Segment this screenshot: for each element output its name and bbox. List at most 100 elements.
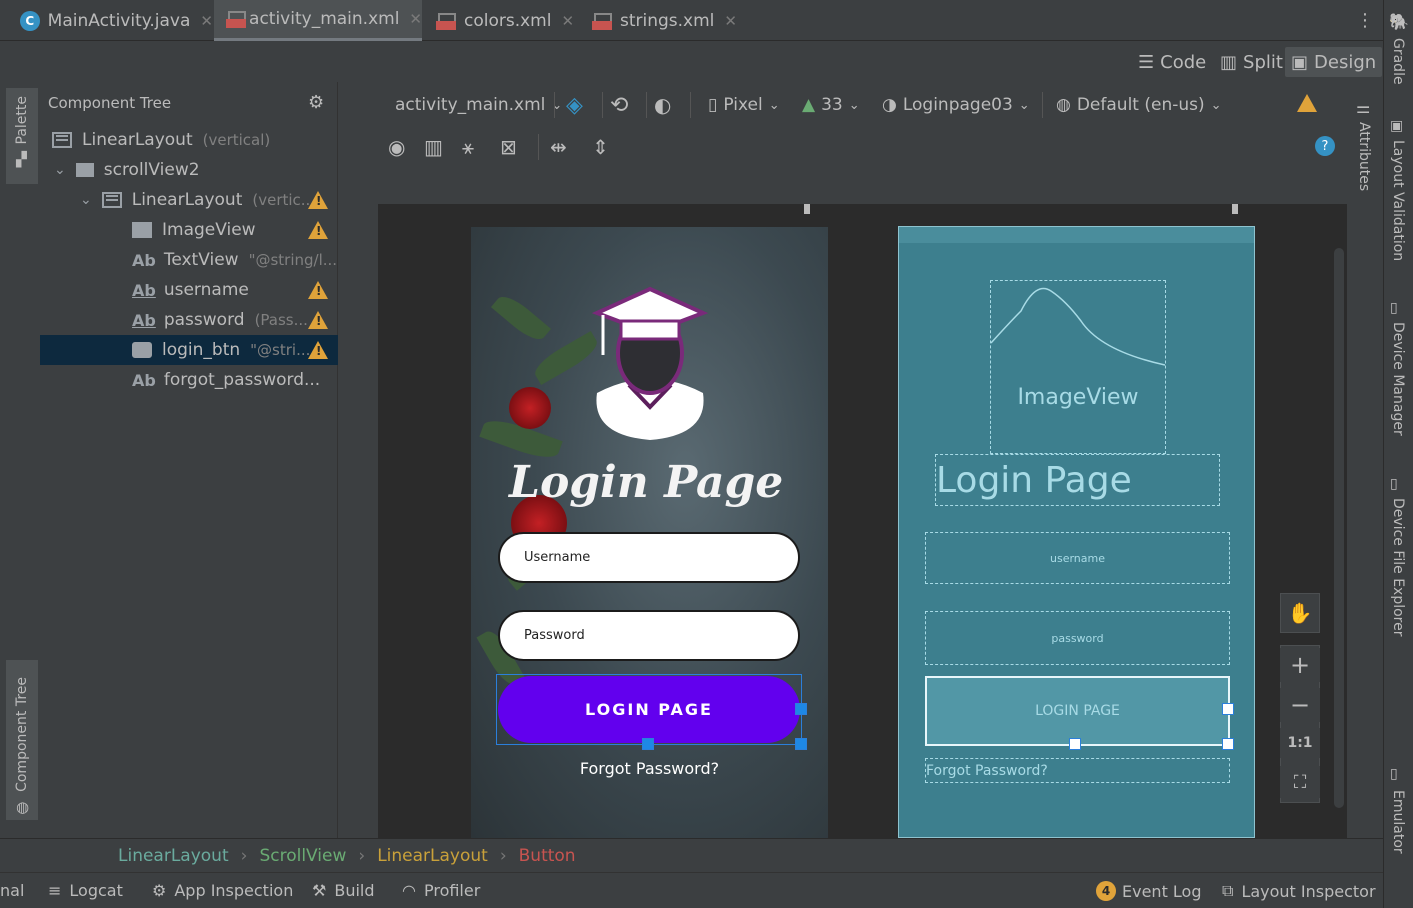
constraints-icon[interactable]: ⚹ [462, 134, 474, 160]
close-icon[interactable]: ✕ [200, 12, 213, 30]
gradle-tab[interactable]: Gradle [1390, 38, 1406, 85]
help-icon[interactable]: ? [1315, 136, 1335, 156]
device-file-explorer-tab[interactable]: Device File Explorer [1390, 498, 1406, 637]
forgot-password-link[interactable]: Forgot Password? [471, 759, 828, 778]
zoom-fit-icon[interactable]: ⛶ [1280, 766, 1320, 798]
profiler-label: Profiler [423, 881, 481, 900]
warning-icon[interactable] [308, 281, 328, 299]
tree-row-username[interactable]: Ab username [40, 275, 338, 305]
edittext-icon: Ab [132, 310, 156, 330]
split-icon: ▥ [1220, 51, 1238, 73]
canvas-scrollbar[interactable] [1334, 248, 1344, 808]
clear-constraints-icon[interactable]: ⊠ [500, 134, 517, 160]
blueprint-icon[interactable]: ▥ [424, 134, 443, 160]
tree-row-textview[interactable]: Ab TextView "@string/l... [40, 245, 338, 275]
chevron-down-icon[interactable]: ⌄ [54, 162, 66, 178]
blueprint-imageview[interactable]: ImageView [990, 280, 1166, 454]
tree-row-linearlayout[interactable]: ⌄ LinearLayout (vertic... [40, 185, 338, 215]
graduate-avatar-icon [591, 286, 709, 440]
blueprint-username[interactable]: username [925, 532, 1230, 584]
code-mode-button[interactable]: ☰ Code [1132, 47, 1212, 77]
breadcrumb-item[interactable]: LinearLayout [118, 846, 229, 866]
tree-row-imageview[interactable]: ImageView [40, 215, 338, 245]
warning-icon[interactable] [308, 311, 328, 329]
blueprint-title[interactable]: Login Page [935, 454, 1220, 506]
app-inspection-label: App Inspection [174, 881, 294, 900]
zoom-in-icon[interactable]: + [1280, 648, 1320, 682]
chevron-down-icon: ⌄ [768, 97, 780, 113]
api-dropdown[interactable]: ▲ 33 ⌄ [802, 92, 860, 118]
component-tree-header: Component Tree ⚙ — [40, 82, 364, 124]
breadcrumb-item[interactable]: LinearLayout [377, 846, 488, 866]
night-mode-icon[interactable]: ◐ [654, 92, 671, 118]
breadcrumb-item[interactable]: Button [519, 846, 576, 866]
chevron-down-icon[interactable]: ⌄ [80, 192, 92, 208]
layout-validation-tab[interactable]: Layout Validation [1390, 140, 1406, 261]
blueprint-login-button[interactable]: LOGIN PAGE [925, 676, 1230, 746]
app-inspection-tab[interactable]: ⚙ App Inspection [152, 881, 293, 900]
layout-inspector-tab[interactable]: ⧉ Layout Inspector [1222, 881, 1376, 901]
login-button[interactable]: LOGIN PAGE [498, 676, 800, 743]
split-mode-button[interactable]: ▥ Split [1214, 47, 1289, 77]
password-field[interactable]: Password [498, 610, 800, 661]
tree-row-scrollview2[interactable]: ⌄ scrollView2 [40, 155, 338, 185]
warning-icon[interactable] [308, 221, 328, 239]
emulator-tab[interactable]: Emulator [1390, 790, 1406, 854]
locale-dropdown[interactable]: ◍ Default (en-us) ⌄ [1056, 92, 1222, 118]
chevron-right-icon: › [240, 845, 248, 866]
expand-vertical-icon[interactable]: ⇕ [592, 134, 609, 160]
event-log-tab[interactable]: 4 Event Log [1096, 881, 1202, 901]
tree-row-password[interactable]: Ab password (Pass... [40, 305, 338, 335]
warning-icon[interactable] [308, 341, 328, 359]
palette-tab[interactable]: Palette [14, 96, 30, 145]
blueprint-forgot[interactable]: Forgot Password? [925, 758, 1230, 783]
resize-handle-icon[interactable] [642, 738, 654, 750]
breadcrumb-item[interactable]: ScrollView [259, 846, 346, 866]
resize-handle-icon[interactable] [1069, 738, 1081, 750]
phone-icon: ▯ [708, 95, 718, 115]
chevron-right-icon: › [358, 845, 366, 866]
close-icon[interactable]: ✕ [409, 10, 422, 28]
tree-row-login-btn[interactable]: login_btn "@stri... [40, 335, 338, 365]
pan-icon[interactable]: ✋ [1280, 593, 1320, 633]
blueprint-password[interactable]: password [925, 611, 1230, 665]
tab-colors[interactable]: colors.xml ✕ [424, 0, 580, 41]
split-mode-label: Split [1243, 51, 1283, 73]
design-mode-label: Design [1314, 51, 1377, 73]
username-field[interactable]: Username [498, 532, 800, 583]
resize-handle-icon[interactable] [1222, 703, 1234, 715]
device-manager-tab[interactable]: Device Manager [1390, 322, 1406, 436]
resize-handle-icon[interactable] [1232, 204, 1238, 214]
resize-handle-icon[interactable] [804, 204, 810, 214]
zoom-actual-size-button[interactable]: 1:1 [1280, 728, 1320, 758]
design-mode-button[interactable]: ▣ Design [1285, 47, 1383, 77]
resize-handle-icon[interactable] [795, 703, 807, 715]
more-tabs-icon[interactable]: ⋮ [1356, 10, 1374, 31]
warning-icon[interactable] [1297, 94, 1317, 112]
resize-handle-icon[interactable] [795, 738, 807, 750]
close-icon[interactable]: ✕ [561, 12, 574, 30]
zoom-out-icon[interactable]: − [1280, 688, 1320, 722]
tab-activity-main[interactable]: activity_main.xml ✕ [214, 0, 422, 41]
tab-strings[interactable]: strings.xml ✕ [580, 0, 740, 41]
attributes-tab[interactable]: Attributes [1356, 122, 1372, 191]
expand-horizontal-icon[interactable]: ⇹ [550, 134, 567, 160]
theme-dropdown[interactable]: ◑ Loginpage03 ⌄ [882, 92, 1030, 118]
profiler-tab[interactable]: ◠ Profiler [402, 881, 480, 900]
warning-icon[interactable] [308, 191, 328, 209]
logcat-tab[interactable]: ≡ Logcat [48, 881, 123, 900]
component-tree-tab[interactable]: Component Tree [14, 677, 30, 792]
orientation-icon[interactable]: ⟲ [610, 92, 628, 118]
eye-icon[interactable]: ◉ [388, 134, 405, 160]
close-icon[interactable]: ✕ [724, 12, 737, 30]
tree-row-forgot-password[interactable]: Ab forgot_password... [40, 365, 338, 395]
terminal-tab[interactable]: nal [0, 881, 24, 900]
file-dropdown[interactable]: activity_main.xml ⌄ [395, 92, 562, 118]
gear-icon[interactable]: ⚙ [308, 92, 324, 113]
build-tab[interactable]: ⚒ Build [312, 881, 375, 900]
tree-row-linearlayout-root[interactable]: LinearLayout (vertical) [40, 125, 338, 155]
resize-handle-icon[interactable] [1222, 738, 1234, 750]
tab-mainactivity[interactable]: C MainActivity.java ✕ [8, 0, 213, 41]
device-dropdown[interactable]: ▯ Pixel ⌄ [708, 92, 780, 118]
layers-icon[interactable]: ◈ [566, 92, 583, 118]
